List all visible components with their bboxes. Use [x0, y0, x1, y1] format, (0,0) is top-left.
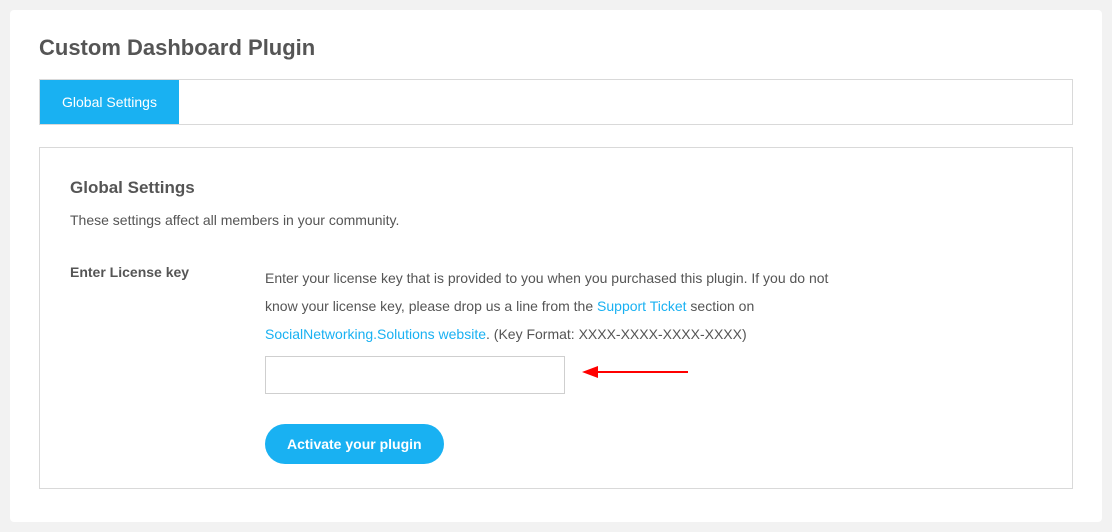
license-key-input[interactable] [265, 356, 565, 394]
license-key-row: Enter License key Enter your license key… [70, 264, 1042, 464]
license-key-label: Enter License key [70, 264, 189, 280]
tab-global-settings[interactable]: Global Settings [40, 80, 179, 124]
hint-text-3: . (Key Format: XXXX-XXXX-XXXX-XXXX) [486, 326, 747, 342]
hint-text-2: section on [690, 298, 754, 314]
license-key-field-col: Enter your license key that is provided … [265, 264, 1042, 464]
annotation-arrow-icon [580, 362, 690, 382]
sns-website-link[interactable]: SocialNetworking.Solutions website [265, 326, 486, 342]
license-key-hint: Enter your license key that is provided … [265, 264, 840, 348]
activate-plugin-button[interactable]: Activate your plugin [265, 424, 444, 464]
license-key-label-col: Enter License key [70, 264, 265, 280]
page-title: Custom Dashboard Plugin [39, 35, 1073, 61]
support-ticket-link[interactable]: Support Ticket [597, 298, 687, 314]
tabs-bar: Global Settings [39, 79, 1073, 125]
section-title: Global Settings [70, 178, 1042, 198]
section-description: These settings affect all members in you… [70, 212, 1042, 228]
form-actions: Activate your plugin [265, 424, 1042, 464]
settings-panel: Global Settings These settings affect al… [39, 147, 1073, 489]
settings-card: Custom Dashboard Plugin Global Settings … [10, 10, 1102, 522]
